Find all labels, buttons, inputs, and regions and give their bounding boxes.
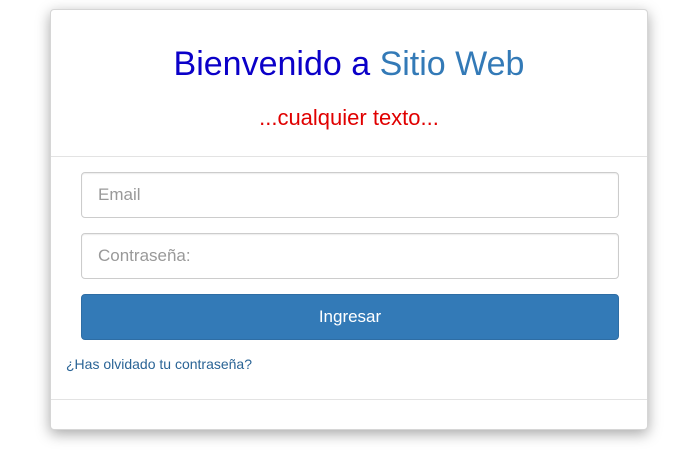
page-subtitle: ...cualquier texto... — [259, 105, 439, 130]
card-header: Bienvenido a Sitio Web ...cualquier text… — [51, 10, 647, 157]
forgot-password-link[interactable]: ¿Has olvidado tu contraseña? — [66, 356, 252, 372]
title-welcome-text: Bienvenido a — [173, 45, 371, 83]
page-title: Bienvenido a Sitio Web — [51, 44, 647, 84]
login-card: Bienvenido a Sitio Web ...cualquier text… — [50, 9, 648, 430]
title-site-name: Sitio Web — [379, 45, 525, 83]
password-field[interactable] — [81, 233, 619, 279]
email-field[interactable] — [81, 172, 619, 218]
login-button[interactable]: Ingresar — [81, 294, 619, 340]
card-footer — [51, 399, 647, 400]
